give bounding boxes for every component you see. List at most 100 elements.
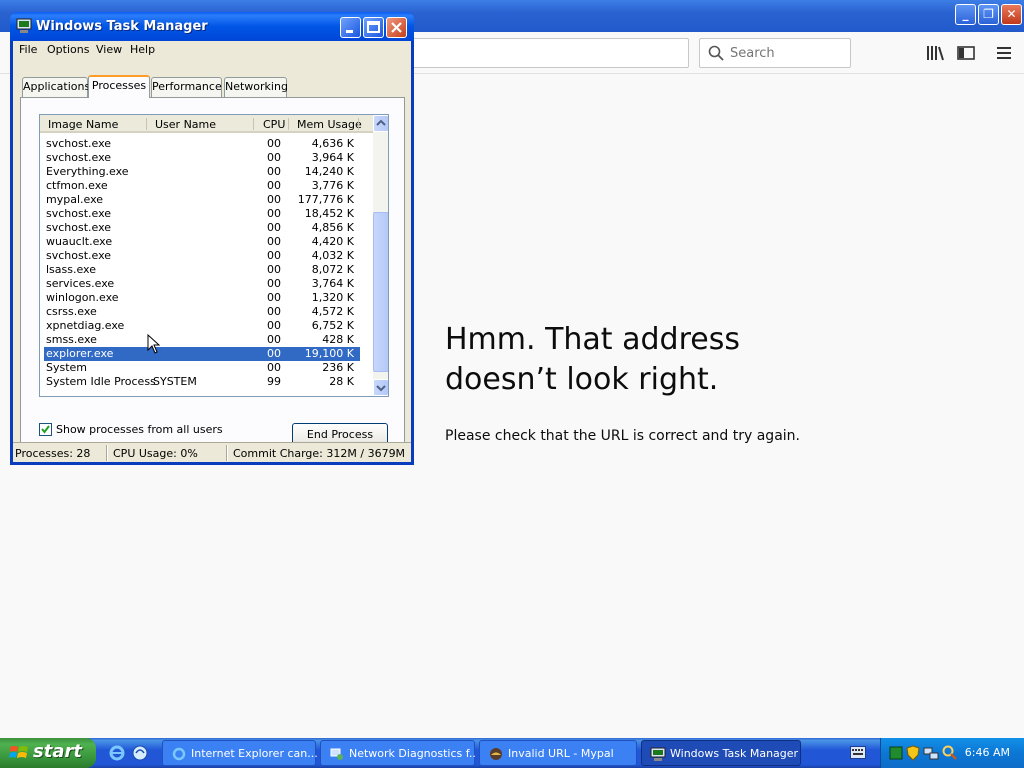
restore-button[interactable]: ❐ — [978, 4, 999, 25]
table-row[interactable]: csrss.exe 00 4,572 K — [44, 305, 360, 319]
tab-processes[interactable]: Processes — [88, 75, 150, 98]
cell-mem-usage: 4,856 K — [311, 221, 354, 234]
column-image-name[interactable]: Image Name — [48, 118, 118, 131]
mypal-icon — [490, 748, 502, 760]
show-desktop-icon[interactable] — [131, 744, 149, 762]
menu-icon[interactable] — [993, 42, 1015, 64]
cell-mem-usage: 177,776 K — [297, 193, 354, 206]
search-bar[interactable] — [699, 38, 851, 68]
cell-image-name: explorer.exe — [46, 347, 114, 360]
cell-cpu: 00 — [267, 137, 281, 150]
ie-icon[interactable] — [108, 744, 126, 762]
network-icon[interactable] — [923, 745, 939, 761]
process-list-scrollbar[interactable] — [373, 115, 388, 396]
scroll-down-button[interactable] — [373, 379, 388, 396]
cell-image-name: svchost.exe — [46, 249, 112, 262]
cell-cpu: 00 — [267, 249, 281, 262]
table-row[interactable]: services.exe 00 3,764 K — [44, 277, 360, 291]
taskbar-item-label: Windows Task Manager — [670, 747, 798, 760]
table-row[interactable]: svchost.exe 00 3,964 K — [44, 151, 360, 165]
table-row[interactable]: svchost.exe 00 4,032 K — [44, 249, 360, 263]
system-tray: 6:46 AM — [880, 738, 1024, 768]
close-button[interactable] — [386, 17, 407, 38]
minimize-button[interactable]: _ — [955, 4, 976, 25]
process-list[interactable]: Image Name User Name CPU Mem Usage svcho… — [39, 114, 389, 397]
cell-mem-usage: 6,752 K — [311, 319, 354, 332]
table-row[interactable]: svchost.exe 00 4,856 K — [44, 221, 360, 235]
cell-image-name: lsass.exe — [46, 263, 96, 276]
show-all-label: Show processes from all users — [56, 423, 223, 436]
minimize-button[interactable] — [340, 17, 361, 38]
table-row[interactable]: xpnetdiag.exe 00 6,752 K — [44, 319, 360, 333]
task-manager-titlebar[interactable]: Windows Task Manager — [10, 12, 414, 41]
table-row-selected[interactable]: explorer.exe 00 19,100 K — [44, 347, 360, 361]
cell-mem-usage: 3,764 K — [311, 277, 354, 290]
table-row[interactable]: System 00 236 K — [44, 361, 360, 375]
ie-icon — [172, 747, 186, 761]
cell-image-name: Everything.exe — [46, 165, 129, 178]
scroll-thumb[interactable] — [373, 212, 388, 372]
cell-image-name: mypal.exe — [46, 193, 104, 206]
chevron-down-icon — [376, 385, 386, 392]
library-icon[interactable] — [924, 42, 946, 64]
taskbar-item-task-manager[interactable]: Windows Task Manager — [641, 740, 801, 766]
cell-cpu: 00 — [267, 165, 281, 178]
checkbox-box[interactable] — [39, 423, 52, 436]
menu-options[interactable]: Options — [47, 43, 89, 56]
maximize-button[interactable] — [363, 17, 384, 38]
status-cpu-usage: CPU Usage: 0% — [113, 447, 198, 460]
url-bar[interactable] — [410, 38, 689, 68]
table-row[interactable]: svchost.exe 00 4,636 K — [44, 137, 360, 151]
cell-image-name: smss.exe — [46, 333, 97, 346]
column-user-name[interactable]: User Name — [155, 118, 216, 131]
cell-mem-usage: 3,964 K — [311, 151, 354, 164]
taskbar-item-mypal[interactable]: Invalid URL - Mypal — [479, 740, 637, 766]
table-row[interactable]: wuauclt.exe 00 4,420 K — [44, 235, 360, 249]
table-row[interactable]: lsass.exe 00 8,072 K — [44, 263, 360, 277]
keyboard-icon[interactable] — [850, 746, 866, 759]
cell-image-name: csrss.exe — [46, 305, 97, 318]
table-row[interactable]: smss.exe 00 428 K — [44, 333, 360, 347]
error-title: Hmm. That address doesn’t look right. — [445, 320, 965, 400]
menu-file[interactable]: File — [19, 43, 37, 56]
scroll-up-button[interactable] — [373, 115, 388, 132]
table-row[interactable]: svchost.exe 00 18,452 K — [44, 207, 360, 221]
table-row[interactable]: Everything.exe 00 14,240 K — [44, 165, 360, 179]
cell-cpu: 00 — [267, 319, 281, 332]
menu-view[interactable]: View — [96, 43, 122, 56]
column-cpu[interactable]: CPU — [263, 118, 285, 131]
table-row[interactable]: mypal.exe 00 177,776 K — [44, 193, 360, 207]
close-button[interactable]: ✕ — [1001, 4, 1022, 25]
search-magnifier-icon[interactable] — [942, 745, 958, 761]
menu-help[interactable]: Help — [130, 43, 155, 56]
chevron-up-icon — [376, 119, 386, 126]
task-manager-window: Windows Task Manager File Options View H… — [10, 12, 414, 465]
checkmark-icon — [41, 425, 50, 434]
taskbar-item-internet-explorer[interactable]: Internet Explorer can... — [162, 740, 318, 766]
tab-networking[interactable]: Networking — [224, 77, 288, 97]
column-mem-usage[interactable]: Mem Usage — [297, 118, 362, 131]
tab-performance[interactable]: Performance — [151, 77, 222, 97]
table-row[interactable]: System Idle Process SYSTEM 99 28 K — [44, 375, 360, 389]
task-manager-client: File Options View Help Applications Proc… — [13, 41, 411, 462]
tray-app-icon[interactable] — [889, 746, 903, 760]
cell-image-name: services.exe — [46, 277, 115, 290]
start-button[interactable]: start — [0, 738, 96, 768]
tab-applications[interactable]: Applications — [22, 77, 90, 97]
cell-cpu: 00 — [267, 347, 281, 360]
error-description: Please check that the URL is correct and… — [445, 428, 800, 444]
security-shield-icon[interactable] — [906, 745, 920, 761]
table-row[interactable]: ctfmon.exe 00 3,776 K — [44, 179, 360, 193]
cell-cpu: 00 — [267, 291, 281, 304]
process-list-header: Image Name User Name CPU Mem Usage — [40, 115, 373, 133]
cell-mem-usage: 4,032 K — [311, 249, 354, 262]
sidebar-icon[interactable] — [955, 42, 977, 64]
taskbar-item-network-diagnostics[interactable]: Network Diagnostics f... — [320, 740, 477, 766]
search-input[interactable] — [730, 44, 840, 62]
windows-logo-icon — [9, 746, 28, 758]
table-row[interactable]: winlogon.exe 00 1,320 K — [44, 291, 360, 305]
cell-user-name: SYSTEM — [153, 375, 197, 388]
close-icon — [391, 22, 402, 33]
cell-cpu: 00 — [267, 179, 281, 192]
cell-cpu: 00 — [267, 207, 281, 220]
